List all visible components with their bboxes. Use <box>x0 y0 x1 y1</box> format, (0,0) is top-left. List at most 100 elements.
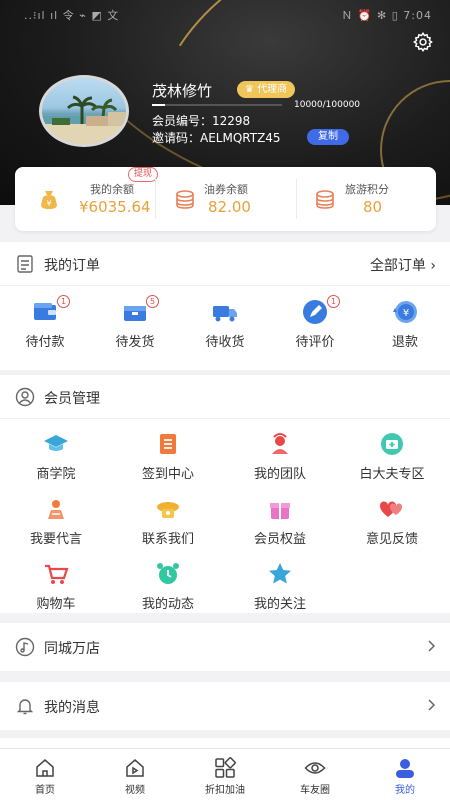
badge-label: 代理商 <box>257 84 288 95</box>
tab-video[interactable]: 视频 <box>90 749 180 800</box>
user-name: 茂林修竹 <box>152 82 213 100</box>
tab-label: 折扣加油 <box>205 785 245 796</box>
wallet-icon <box>34 303 56 320</box>
messages-row[interactable]: 我的消息 <box>0 682 450 730</box>
graduation-cap-icon <box>44 435 68 451</box>
status-right: Ｎ ⏰ ✻ ▯ 7:04 <box>341 9 432 22</box>
balance-item-fuel[interactable]: 油券余额 82.00 <box>173 181 303 221</box>
status-bar: ..⁝ıl ıl 令 ⌁ ◩ 文 Ｎ ⏰ ✻ ▯ 7:04 <box>0 0 450 28</box>
endorse-icon <box>48 500 64 519</box>
agent-badge: ♛ 代理商 <box>237 81 296 98</box>
balance-label: 我的余额 <box>90 183 134 196</box>
order-label: 待收货 <box>205 335 245 350</box>
order-refund[interactable]: ¥ 退款 <box>380 298 430 350</box>
member-item[interactable]: 我的团队 <box>230 430 330 482</box>
order-count-badge: 1 <box>327 295 340 308</box>
divider <box>296 179 297 219</box>
hearts-icon <box>379 501 403 517</box>
tab-fuel-discount[interactable]: 折扣加油 <box>180 749 270 800</box>
withdraw-tag[interactable]: 提现 <box>128 167 159 182</box>
member-item[interactable]: 联系我们 <box>118 495 218 547</box>
svg-text:¥: ¥ <box>46 199 51 208</box>
member-item-label: 签到中心 <box>141 467 194 482</box>
team-icon <box>272 433 288 454</box>
coins-icon <box>176 190 194 209</box>
member-item[interactable]: 我要代言 <box>6 495 106 547</box>
local-stores-label: 同城万店 <box>44 641 100 657</box>
package-icon <box>124 306 146 321</box>
next-row-peek <box>0 738 450 748</box>
avatar[interactable] <box>39 75 129 147</box>
truck-icon <box>213 306 237 322</box>
crown-icon: ♛ <box>245 84 258 95</box>
chevron-right-icon <box>428 699 436 711</box>
balance-item-travel[interactable]: 旅游积分 80 <box>313 181 433 221</box>
order-count-badge: 1 <box>57 295 70 308</box>
order-pending-receipt[interactable]: 待收货 <box>200 298 250 350</box>
member-item-label: 会员权益 <box>253 532 306 547</box>
medical-kit-icon <box>381 433 403 455</box>
member-item[interactable]: 我的关注 <box>230 560 330 612</box>
member-item-label: 意见反馈 <box>365 532 418 547</box>
member-item-label: 白大夫专区 <box>359 467 425 482</box>
chevron-right-icon <box>428 640 436 652</box>
member-header: 会员管理 <box>0 375 450 419</box>
order-count-badge: 5 <box>146 295 159 308</box>
member-section: 会员管理 商学院 签到中心 我的团队 白大夫专区我要代言 联系我们 会员权益 意见反馈购物车… <box>0 375 450 613</box>
copy-button[interactable]: 复制 <box>307 129 349 145</box>
member-item-label: 商学院 <box>36 467 76 482</box>
member-item-label: 我的团队 <box>253 467 306 482</box>
level-progress-text: 10000/100000 <box>294 100 361 110</box>
order-label: 待付款 <box>25 335 65 350</box>
home-icon <box>36 759 54 777</box>
pen-icon <box>303 300 327 324</box>
eye-icon <box>304 762 326 774</box>
orders-section: 我的订单 全部订单 › 待付款 1 待发货 5 待收货 待评价 1 ¥ 退款 <box>0 242 450 370</box>
member-title: 会员管理 <box>44 391 100 407</box>
level-progress-fill <box>152 104 165 106</box>
member-item[interactable]: 会员权益 <box>230 495 330 547</box>
balance-value: ¥6035.64 <box>79 198 151 216</box>
orders-header: 我的订单 全部订单 › <box>0 242 450 286</box>
all-orders-link[interactable]: 全部订单 › <box>370 255 436 275</box>
order-label: 退款 <box>391 335 418 350</box>
member-item-label: 我的动态 <box>141 597 194 612</box>
all-orders-label: 全部订单 <box>369 258 426 274</box>
order-label: 待评价 <box>295 335 335 350</box>
order-list-icon <box>17 255 33 273</box>
local-stores-row[interactable]: 同城万店 <box>0 623 450 671</box>
divider <box>155 179 156 219</box>
member-item[interactable]: 白大夫专区 <box>342 430 442 482</box>
tab-home[interactable]: 首页 <box>0 749 90 800</box>
member-item[interactable]: 我的动态 <box>118 560 218 612</box>
user-circle-icon <box>15 387 35 407</box>
balance-item-wallet[interactable]: ¥ 我的余额 ¥6035.64 <box>33 181 163 221</box>
tab-mine[interactable]: 我的 <box>360 749 450 800</box>
messages-label: 我的消息 <box>44 700 100 716</box>
member-item-label: 联系我们 <box>141 532 194 547</box>
member-item-label: 我的关注 <box>253 597 306 612</box>
travel-label: 旅游积分 <box>345 183 389 196</box>
tab-label: 车友圈 <box>300 785 330 796</box>
member-item[interactable]: 购物车 <box>6 560 106 612</box>
star-icon <box>269 563 291 584</box>
coins-icon <box>316 190 334 209</box>
member-item[interactable]: 意见反馈 <box>342 495 442 547</box>
svg-text:¥: ¥ <box>403 308 409 319</box>
fuel-value: 82.00 <box>208 198 251 216</box>
invite-code: 邀请码：AELMQRTZ45 <box>152 131 281 145</box>
level-progress-bar <box>152 104 282 106</box>
phone-icon <box>157 502 179 518</box>
member-item[interactable]: 签到中心 <box>118 430 218 482</box>
user-icon <box>396 759 414 778</box>
tab-car-friends[interactable]: 车友圈 <box>270 749 360 800</box>
member-item-label: 我要代言 <box>29 532 82 547</box>
tab-label: 视频 <box>125 785 145 796</box>
refund-icon: ¥ <box>393 301 417 323</box>
gift-icon <box>270 503 290 519</box>
tab-label: 我的 <box>395 785 415 796</box>
grid-icon <box>215 757 236 778</box>
member-item[interactable]: 商学院 <box>6 430 106 482</box>
gear-icon[interactable] <box>412 31 434 53</box>
member-item-label: 购物车 <box>36 597 76 612</box>
